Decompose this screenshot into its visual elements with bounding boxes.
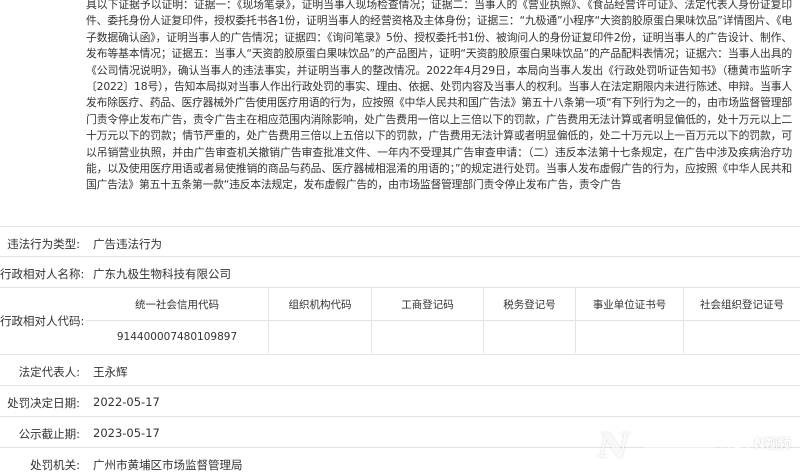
codes-header-cell: 社会组织登记证号	[700, 298, 784, 311]
watermark-logo-bar	[644, 438, 714, 452]
codes-header-cell: 事业单位证书号	[576, 288, 684, 320]
divider	[0, 226, 800, 227]
codes-header-row: 统一社会信用代码 组织机构代码 工商登记码 税务登记号 事业单位证书号 社会组织…	[86, 288, 800, 321]
decision-date-label: 处罚决定日期:	[7, 396, 80, 410]
decision-date-value: 2022-05-17	[93, 395, 160, 409]
authority-label: 处罚机关:	[30, 458, 80, 472]
violation-type-value: 广告违法行为	[93, 237, 162, 251]
publicity-end-label: 公示截止期:	[18, 427, 80, 441]
codes-header-cell: 税务登记号	[484, 288, 576, 320]
codes-value-cell	[372, 321, 484, 353]
counterparty-value: 广东九极生物科技有限公司	[93, 267, 231, 281]
divider	[0, 447, 800, 448]
codes-value-cell	[484, 321, 576, 353]
codes-value-cell	[684, 321, 800, 353]
codes-value-cell	[576, 321, 684, 353]
counterparty-label: 行政相对人名称:	[0, 267, 85, 281]
divider	[0, 416, 800, 417]
legal-rep-label: 法定代表人:	[18, 365, 80, 379]
divider	[0, 385, 800, 386]
watermark-logo-text: N视频	[754, 437, 791, 452]
legal-rep-value: 王永辉	[93, 365, 128, 379]
divider	[0, 354, 800, 355]
codes-value-cell	[269, 321, 372, 353]
watermark-circle-icon: ▶	[728, 434, 750, 456]
violation-type-label: 违法行为类型:	[7, 237, 80, 251]
credit-code-value: 914400007480109897	[86, 321, 269, 353]
codes-label: 行政相对人代码:	[0, 314, 85, 328]
watermark-logo-mark: N	[598, 426, 630, 466]
publicity-end-value: 2023-05-17	[93, 426, 160, 440]
authority-value: 广州市黄埔区市场监督管理局	[93, 458, 243, 472]
codes-table: 统一社会信用代码 组织机构代码 工商登记码 税务登记号 事业单位证书号 社会组织…	[86, 288, 800, 353]
codes-header-cell: 统一社会信用代码	[86, 288, 269, 320]
divider	[0, 256, 800, 257]
codes-value-row: 914400007480109897	[86, 321, 800, 353]
codes-header-cell: 工商登记码	[372, 288, 484, 320]
case-facts-text: 具以下证据予以证明：证据一：《现场笔录》，证明当事人现场检查情况；证据二：当事人…	[86, 0, 792, 192]
codes-header-cell: 组织机构代码	[269, 288, 372, 320]
watermark-logo: N ▶ N视频	[598, 426, 798, 466]
